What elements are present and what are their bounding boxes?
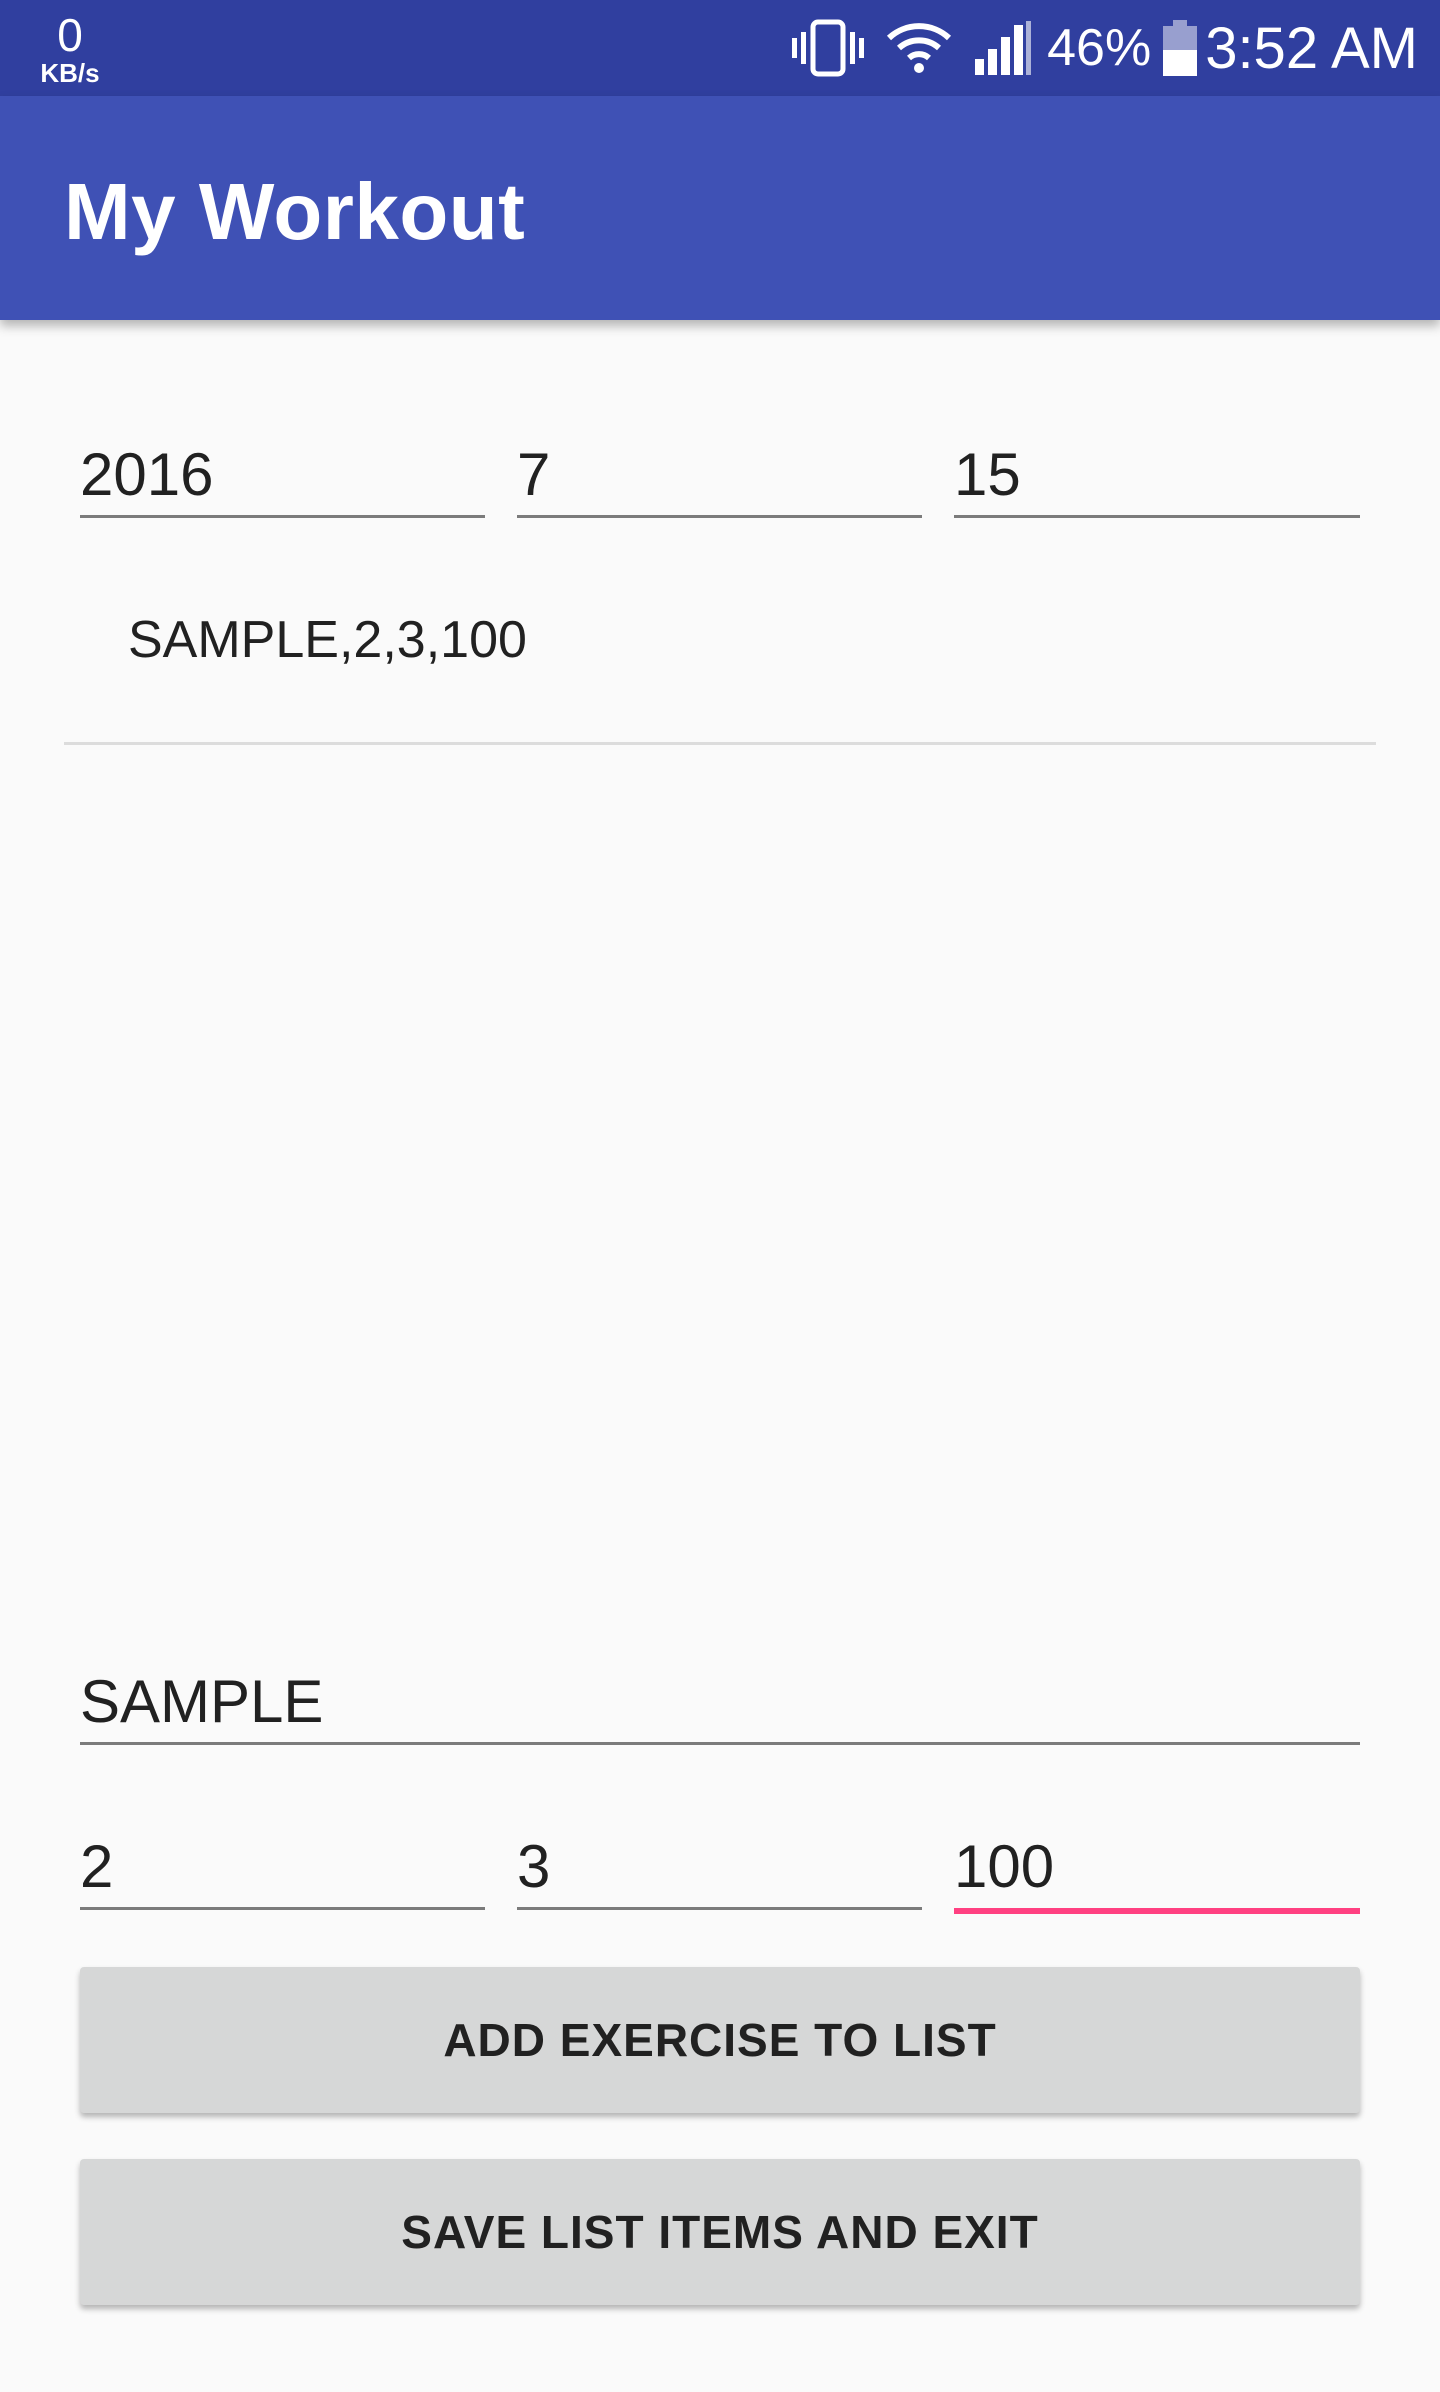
weight-field-value: 100 bbox=[954, 1833, 1055, 1900]
weight-field-underline bbox=[954, 1908, 1360, 1914]
exercise-name-field[interactable]: SAMPLE bbox=[80, 1665, 1360, 1745]
month-field[interactable]: 7 bbox=[517, 438, 922, 518]
year-field-value: 2016 bbox=[80, 441, 214, 508]
reps-field[interactable]: 3 bbox=[517, 1830, 922, 1910]
battery-icon bbox=[1161, 18, 1199, 78]
signal-icon bbox=[973, 19, 1033, 77]
weight-field[interactable]: 100 bbox=[954, 1830, 1360, 1914]
network-speed-unit: KB/s bbox=[40, 58, 100, 88]
reps-field-value: 3 bbox=[517, 1833, 551, 1900]
save-and-exit-button[interactable]: SAVE LIST ITEMS AND EXIT bbox=[80, 2159, 1360, 2305]
day-field-value: 15 bbox=[954, 441, 1021, 508]
exercise-name-underline bbox=[80, 1742, 1360, 1745]
app-title: My Workout bbox=[64, 167, 526, 256]
reps-field-underline bbox=[517, 1907, 922, 1910]
wifi-icon bbox=[885, 20, 953, 76]
network-speed-value: 0 bbox=[57, 9, 83, 61]
day-field[interactable]: 15 bbox=[954, 438, 1360, 518]
exercise-list-item[interactable]: SAMPLE,2,3,100 bbox=[128, 610, 527, 670]
list-divider bbox=[64, 742, 1376, 745]
sets-field[interactable]: 2 bbox=[80, 1830, 485, 1910]
year-field-underline bbox=[80, 515, 485, 518]
month-field-value: 7 bbox=[517, 441, 551, 508]
exercise-name-value: SAMPLE bbox=[80, 1668, 324, 1735]
day-field-underline bbox=[954, 515, 1360, 518]
year-field[interactable]: 2016 bbox=[80, 438, 485, 518]
sets-field-underline bbox=[80, 1907, 485, 1910]
battery-percentage: 46% bbox=[1047, 19, 1152, 77]
month-field-underline bbox=[517, 515, 922, 518]
status-clock: 3:52 AM bbox=[1205, 15, 1418, 81]
app-bar: My Workout bbox=[0, 96, 1440, 320]
sets-field-value: 2 bbox=[80, 1833, 114, 1900]
status-bar: 0 KB/s 46% 3:52 AM bbox=[0, 0, 1440, 96]
add-exercise-button[interactable]: ADD EXERCISE TO LIST bbox=[80, 1967, 1360, 2113]
vibrate-icon bbox=[791, 18, 865, 78]
network-speed-indicator: 0 KB/s bbox=[30, 12, 110, 86]
